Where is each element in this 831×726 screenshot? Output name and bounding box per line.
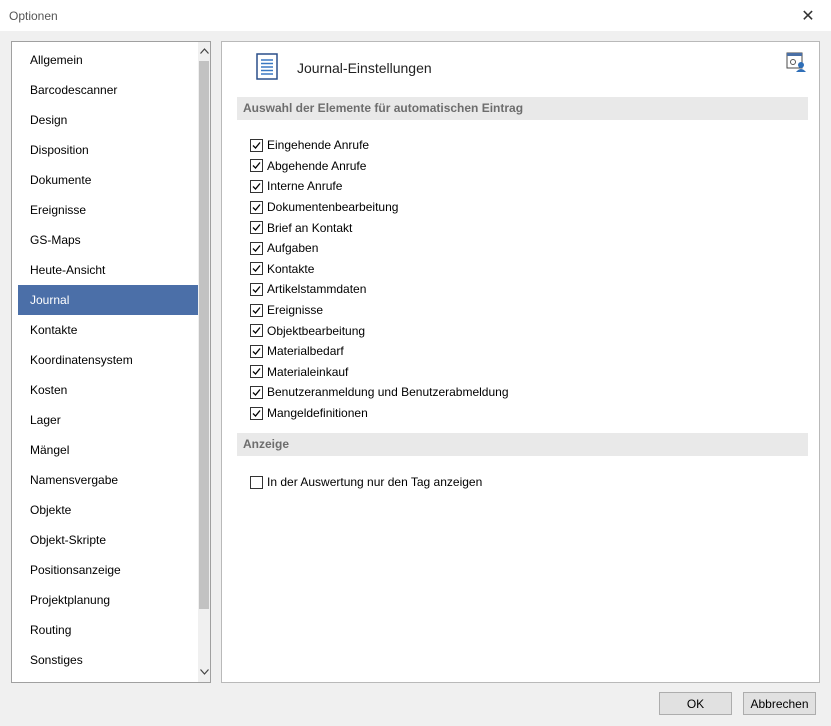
- checkbox-label: Benutzeranmeldung und Benutzerabmeldung: [267, 385, 509, 400]
- sidebar-item-barcodescanner[interactable]: Barcodescanner: [18, 75, 199, 105]
- checkbox-row[interactable]: Ereignisse: [250, 300, 509, 321]
- sidebar-item-journal[interactable]: Journal: [18, 285, 199, 315]
- sidebar-item-gs-maps[interactable]: GS-Maps: [18, 225, 199, 255]
- checkbox-row[interactable]: Benutzeranmeldung und Benutzerabmeldung: [250, 382, 509, 403]
- sidebar-item-sonstiges[interactable]: Sonstiges: [18, 645, 199, 675]
- sidebar-item-dokumente[interactable]: Dokumente: [18, 165, 199, 195]
- scroll-thumb[interactable]: [199, 61, 209, 609]
- checkbox[interactable]: [250, 303, 263, 317]
- checkbox-row[interactable]: Materialeinkauf: [250, 362, 509, 383]
- checkbox[interactable]: [250, 385, 263, 399]
- checkbox-label: Materialeinkauf: [267, 364, 349, 379]
- sidebar-item-disposition[interactable]: Disposition: [18, 135, 199, 165]
- window-title: Optionen: [9, 9, 58, 23]
- checkbox-row[interactable]: Artikelstammdaten: [250, 279, 509, 300]
- checkbox-label: Mangeldefinitionen: [267, 406, 368, 421]
- checkbox[interactable]: [250, 406, 263, 420]
- page-title: Journal-Einstellungen: [297, 60, 432, 76]
- sidebar-item-allgemein[interactable]: Allgemein: [18, 45, 199, 75]
- sidebar-item-koordinatensystem[interactable]: Koordinatensystem: [18, 345, 199, 375]
- nav-scrollbar[interactable]: [198, 42, 210, 682]
- sidebar-item-ereignisse[interactable]: Ereignisse: [18, 195, 199, 225]
- display-day-only-option[interactable]: In der Auswertung nur den Tag anzeigen: [250, 475, 482, 489]
- checkbox-row[interactable]: Aufgaben: [250, 238, 509, 259]
- checkbox[interactable]: [250, 200, 263, 214]
- checkbox-row[interactable]: Kontakte: [250, 259, 509, 280]
- checkbox-row[interactable]: Objektbearbeitung: [250, 320, 509, 341]
- checkbox-row[interactable]: Mangeldefinitionen: [250, 403, 509, 424]
- checkbox-label: Dokumentenbearbeitung: [267, 200, 399, 215]
- checkbox-row[interactable]: Eingehende Anrufe: [250, 135, 509, 156]
- sidebar-item-positionsanzeige[interactable]: Positionsanzeige: [18, 555, 199, 585]
- checkbox-row[interactable]: Dokumentenbearbeitung: [250, 197, 509, 218]
- checkbox-label: Brief an Kontakt: [267, 220, 353, 235]
- checkbox[interactable]: [250, 344, 263, 358]
- scroll-down-icon[interactable]: [198, 665, 210, 680]
- checkbox[interactable]: [250, 138, 263, 152]
- checkbox-row[interactable]: Abgehende Anrufe: [250, 156, 509, 177]
- auto-entry-checklist: Eingehende Anrufe Abgehende Anrufe Interne…: [250, 135, 509, 423]
- sidebar-item-kosten[interactable]: Kosten: [18, 375, 199, 405]
- day-only-checkbox[interactable]: [250, 475, 263, 489]
- checkbox[interactable]: [250, 262, 263, 276]
- sidebar-item-lager[interactable]: Lager: [18, 405, 199, 435]
- day-only-label: In der Auswertung nur den Tag anzeigen: [267, 475, 483, 489]
- checkbox[interactable]: [250, 282, 263, 296]
- checkbox[interactable]: [250, 324, 263, 338]
- checkbox[interactable]: [250, 221, 263, 235]
- sidebar-item-namensvergabe[interactable]: Namensvergabe: [18, 465, 199, 495]
- options-nav: Allgemein Barcodescanner Design Disposition…: [11, 41, 211, 683]
- checkbox-label: Interne Anrufe: [267, 179, 343, 194]
- checkbox[interactable]: [250, 159, 263, 173]
- sidebar-item-projektplanung[interactable]: Projektplanung: [18, 585, 199, 615]
- section-header-auto-entry: Auswahl der Elemente für automatischen E…: [237, 97, 808, 120]
- checkbox-label: Ereignisse: [267, 303, 324, 318]
- sidebar-item-heute-ansicht[interactable]: Heute-Ansicht: [18, 255, 199, 285]
- checkbox-row[interactable]: Materialbedarf: [250, 341, 509, 362]
- checkbox[interactable]: [250, 365, 263, 379]
- checkbox[interactable]: [250, 241, 263, 255]
- scroll-up-icon[interactable]: [198, 44, 210, 59]
- nav-list: Allgemein Barcodescanner Design Disposition…: [18, 45, 199, 675]
- journal-document-icon: [256, 53, 278, 80]
- checkbox-label: Kontakte: [267, 261, 315, 276]
- sidebar-item-design[interactable]: Design: [18, 105, 199, 135]
- ok-button[interactable]: OK: [659, 692, 732, 715]
- checkbox-label: Aufgaben: [267, 241, 319, 256]
- checkbox-label: Objektbearbeitung: [267, 323, 366, 338]
- checkbox[interactable]: [250, 179, 263, 193]
- checkbox-row[interactable]: Brief an Kontakt: [250, 217, 509, 238]
- checkbox-label: Abgehende Anrufe: [267, 158, 367, 173]
- checkbox-label: Materialbedarf: [267, 344, 344, 359]
- sidebar-item-objekte[interactable]: Objekte: [18, 495, 199, 525]
- sidebar-item-routing[interactable]: Routing: [18, 615, 199, 645]
- checkbox-label: Artikelstammdaten: [267, 282, 367, 297]
- checkbox-row[interactable]: Interne Anrufe: [250, 176, 509, 197]
- sidebar-item-objekt-skripte[interactable]: Objekt-Skripte: [18, 525, 199, 555]
- section-header-display: Anzeige: [237, 433, 808, 456]
- user-settings-icon[interactable]: [786, 52, 806, 72]
- sidebar-item-kontakte[interactable]: Kontakte: [18, 315, 199, 345]
- close-icon[interactable]: ✕: [785, 0, 831, 31]
- checkbox-label: Eingehende Anrufe: [267, 138, 370, 153]
- title-bar: Optionen ✕: [0, 0, 831, 31]
- settings-panel: Journal-Einstellungen Auswahl der Elemen…: [221, 41, 820, 683]
- cancel-button[interactable]: Abbrechen: [743, 692, 816, 715]
- sidebar-item-mängel[interactable]: Mängel: [18, 435, 199, 465]
